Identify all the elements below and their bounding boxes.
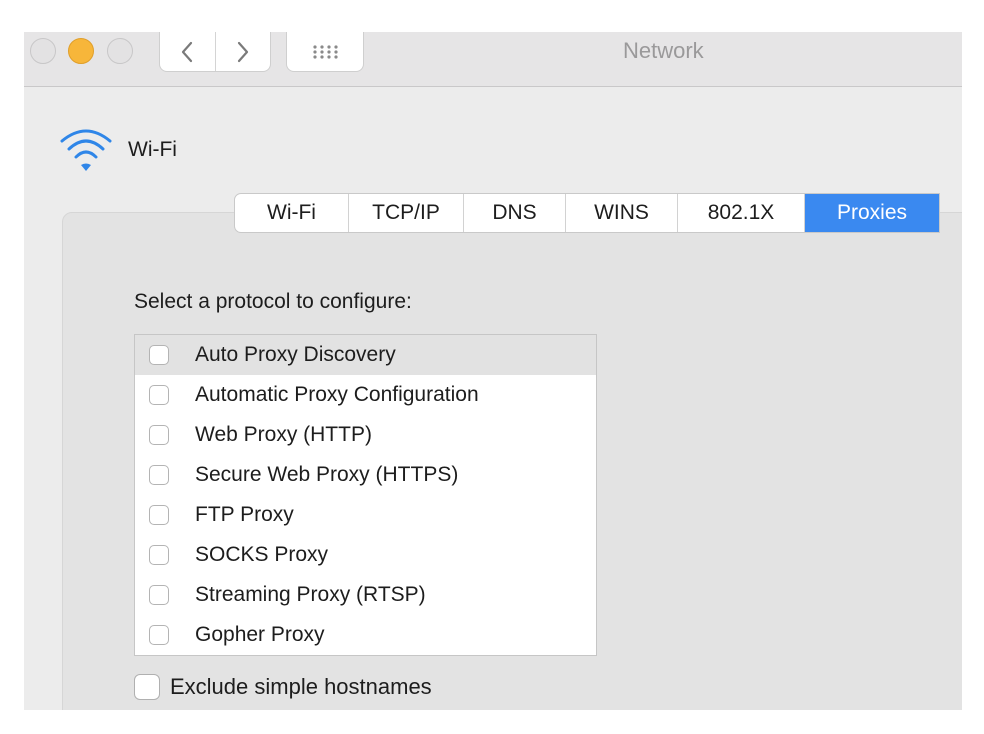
protocol-label: Gopher Proxy (195, 623, 325, 646)
protocol-label: Auto Proxy Discovery (195, 343, 396, 366)
title-bar: Network (24, 32, 962, 87)
protocol-label: Web Proxy (HTTP) (195, 423, 372, 446)
protocol-item-ftp-proxy[interactable]: FTP Proxy (135, 495, 596, 535)
service-header: Wi-Fi (58, 124, 177, 176)
protocol-label: Streaming Proxy (RTSP) (195, 583, 426, 606)
protocol-checkbox[interactable] (149, 385, 169, 405)
protocol-checkbox[interactable] (149, 345, 169, 365)
protocol-label: SOCKS Proxy (195, 543, 329, 566)
zoom-window-button[interactable] (107, 38, 133, 64)
close-window-button[interactable] (30, 38, 56, 64)
minimize-window-button[interactable] (68, 38, 94, 64)
wifi-icon (60, 129, 112, 171)
forward-button[interactable] (214, 32, 271, 71)
protocol-item-automatic-proxy-configuration[interactable]: Automatic Proxy Configuration (135, 375, 596, 415)
protocol-checkbox[interactable] (149, 585, 169, 605)
tab-tcpip[interactable]: TCP/IP (348, 194, 463, 232)
tab-dns[interactable]: DNS (463, 194, 565, 232)
protocol-list[interactable]: Auto Proxy Discovery Automatic Proxy Con… (134, 334, 597, 656)
protocol-item-web-proxy-http[interactable]: Web Proxy (HTTP) (135, 415, 596, 455)
protocol-checkbox[interactable] (149, 465, 169, 485)
chevron-left-icon (182, 41, 193, 62)
protocol-label: FTP Proxy (195, 503, 294, 526)
protocol-item-secure-web-proxy-https[interactable]: Secure Web Proxy (HTTPS) (135, 455, 596, 495)
protocol-checkbox[interactable] (149, 505, 169, 525)
tab-802-1x[interactable]: 802.1X (677, 194, 804, 232)
tab-wifi[interactable]: Wi-Fi (235, 194, 348, 232)
tab-wins[interactable]: WINS (565, 194, 677, 232)
protocol-item-gopher-proxy[interactable]: Gopher Proxy (135, 615, 596, 655)
protocol-checkbox[interactable] (149, 625, 169, 645)
service-name: Wi-Fi (128, 138, 177, 161)
protocol-label: Secure Web Proxy (HTTPS) (195, 463, 459, 486)
protocol-checkbox[interactable] (149, 425, 169, 445)
exclude-simple-hostnames[interactable]: Exclude simple hostnames (134, 674, 432, 700)
protocol-item-socks-proxy[interactable]: SOCKS Proxy (135, 535, 596, 575)
protocol-label: Automatic Proxy Configuration (195, 383, 479, 406)
protocol-checkbox[interactable] (149, 545, 169, 565)
window-title: Network (623, 38, 704, 63)
exclude-simple-hostnames-label: Exclude simple hostnames (170, 674, 432, 699)
protocol-item-auto-proxy-discovery[interactable]: Auto Proxy Discovery (135, 335, 596, 375)
exclude-simple-hostnames-checkbox[interactable] (134, 674, 160, 700)
back-button[interactable] (160, 32, 215, 71)
network-window: Network Wi-Fi Wi-Fi TCP/IP DNS WINS 802.… (24, 32, 962, 710)
protocol-prompt: Select a protocol to configure: (134, 290, 412, 313)
protocol-item-streaming-proxy-rtsp[interactable]: Streaming Proxy (RTSP) (135, 575, 596, 615)
tab-proxies[interactable]: Proxies (804, 194, 939, 232)
navigation-buttons (159, 32, 271, 72)
show-all-button[interactable] (286, 32, 364, 72)
tab-bar: Wi-Fi TCP/IP DNS WINS 802.1X Proxies (234, 193, 940, 233)
grid-icon (313, 44, 338, 59)
chevron-right-icon (237, 41, 248, 62)
